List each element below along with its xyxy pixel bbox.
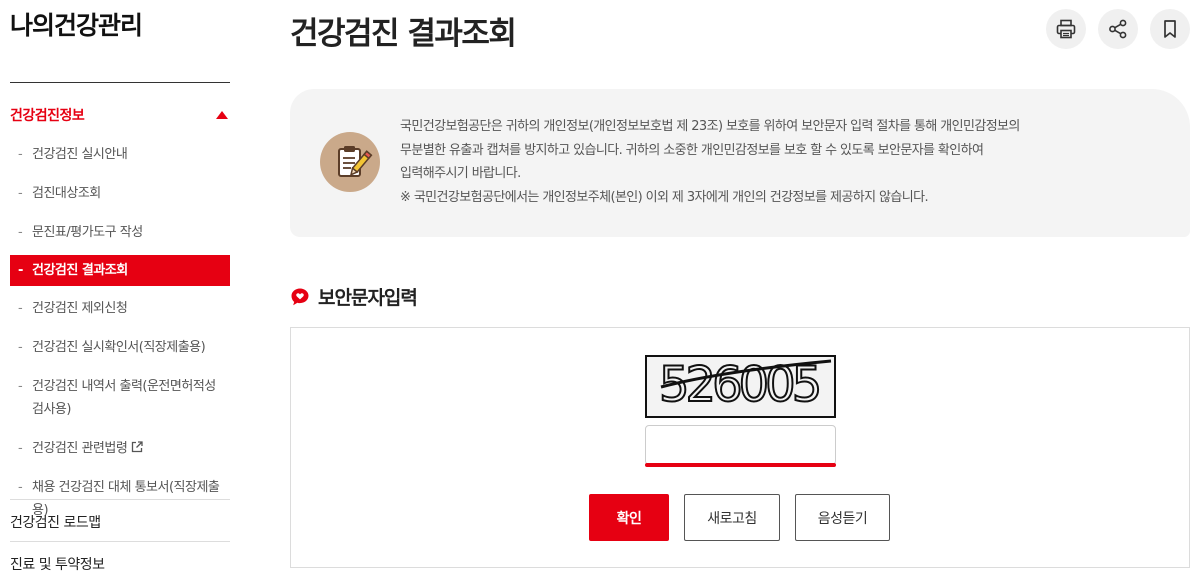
dash-marker: - [18, 147, 23, 162]
sidebar-item-label: 건강검진 제외신청 [32, 301, 128, 316]
dash-marker: - [18, 301, 23, 316]
dash-marker: - [18, 186, 23, 201]
dash-marker: - [18, 340, 23, 355]
bookmark-icon [1164, 20, 1176, 38]
captcha-strike-line [660, 359, 832, 389]
sidebar-section-toggle[interactable]: 건강검진정보 [10, 104, 230, 126]
notice-line: 무분별한 유출과 캡쳐를 방지하고 있습니다. 귀하의 소중한 개인민감정보를 … [400, 142, 984, 158]
privacy-notice: 국민건강보험공단은 귀하의 개인정보(개인정보보호법 제 23조) 보호를 위하… [290, 89, 1190, 237]
sidebar-item-label: 건강검진 결과조회 [32, 263, 128, 278]
notice-line: 국민건강보험공단은 귀하의 개인정보(개인정보보호법 제 23조) 보호를 위하… [400, 119, 1020, 134]
sidebar-item-checkup-guide[interactable]: - 건강검진 실시안내 [10, 138, 230, 171]
sidebar-item-history-print[interactable]: - 건강검진 내역서 출력(운전면허적성검사용) [10, 370, 230, 426]
sidebar-item-label: 건강검진 실시확인서(직장제출용) [32, 340, 206, 355]
dash-marker: - [18, 480, 23, 495]
print-button[interactable] [1046, 9, 1086, 49]
sidebar-item-exclusion-request[interactable]: - 건강검진 제외신청 [10, 292, 230, 325]
sidebar-title: 나의건강관리 [10, 11, 143, 40]
sidebar-item-label: 문진표/평가도구 작성 [32, 225, 143, 240]
dash-marker: - [18, 263, 23, 278]
confirm-button[interactable]: 확인 [589, 494, 669, 541]
refresh-button[interactable]: 새로고침 [684, 494, 780, 541]
sidebar-item-label: 건강검진 관련법령 [32, 441, 128, 456]
speech-heart-icon [291, 288, 309, 305]
sidebar-link-treatment-info[interactable]: 진료 및 투약정보 [10, 541, 230, 574]
security-section-heading: 보안문자입력 [290, 283, 418, 310]
share-icon [1109, 19, 1127, 39]
sidebar-item-result-lookup[interactable]: - 건강검진 결과조회 [10, 255, 230, 286]
audio-button[interactable]: 음성듣기 [795, 494, 890, 541]
printer-icon [1056, 19, 1076, 39]
sidebar-item-label: 검진대상조회 [32, 186, 101, 201]
captcha-panel: 526005 확인 새로고침 음성듣기 [290, 327, 1190, 568]
captcha-input-underline [645, 463, 836, 467]
notice-line: 입력해주시기 바랍니다. [400, 166, 521, 181]
sidebar-link-label: 진료 및 투약정보 [10, 557, 105, 573]
sidebar-link-label: 건강검진 로드맵 [10, 515, 101, 531]
sidebar-item-target-lookup[interactable]: - 검진대상조회 [10, 177, 230, 210]
sidebar-submenu: - 건강검진 실시안내 - 검진대상조회 - 문진표/평가도구 작성 - 건강검진 결과… [10, 138, 230, 533]
notice-line: ※ 국민건강보험공단에서는 개인정보주체(본인) 이외 제 3자에게 개인의 건… [400, 189, 929, 205]
captcha-input[interactable] [645, 425, 836, 465]
sidebar-item-related-laws[interactable]: - 건강검진 관련법령 [10, 432, 230, 465]
page-title: 건강검진 결과조회 [290, 16, 517, 52]
caret-up-icon [216, 111, 228, 119]
sidebar-item-label: 건강검진 내역서 출력(운전면허적성검사용) [32, 379, 216, 417]
clipboard-pencil-icon [320, 132, 380, 192]
sidebar-item-label: 건강검진 실시안내 [32, 147, 128, 162]
sidebar-item-confirmation-cert[interactable]: - 건강검진 실시확인서(직장제출용) [10, 331, 230, 364]
external-link-icon [132, 441, 143, 453]
bookmark-button[interactable] [1150, 9, 1190, 49]
captcha-image: 526005 [645, 355, 836, 418]
security-heading-label: 보안문자입력 [318, 287, 418, 309]
dash-marker: - [18, 225, 23, 240]
notice-text: 국민건강보험공단은 귀하의 개인정보(개인정보보호법 제 23조) 보호를 위하… [400, 115, 1160, 209]
dash-marker: - [18, 379, 23, 394]
dash-marker: - [18, 441, 23, 456]
share-button[interactable] [1098, 9, 1138, 49]
sidebar-item-questionnaire[interactable]: - 문진표/평가도구 작성 [10, 216, 230, 249]
sidebar-section-label: 건강검진정보 [10, 108, 85, 124]
sidebar-link-roadmap[interactable]: 건강검진 로드맵 [10, 499, 230, 532]
sidebar-divider [10, 82, 230, 83]
